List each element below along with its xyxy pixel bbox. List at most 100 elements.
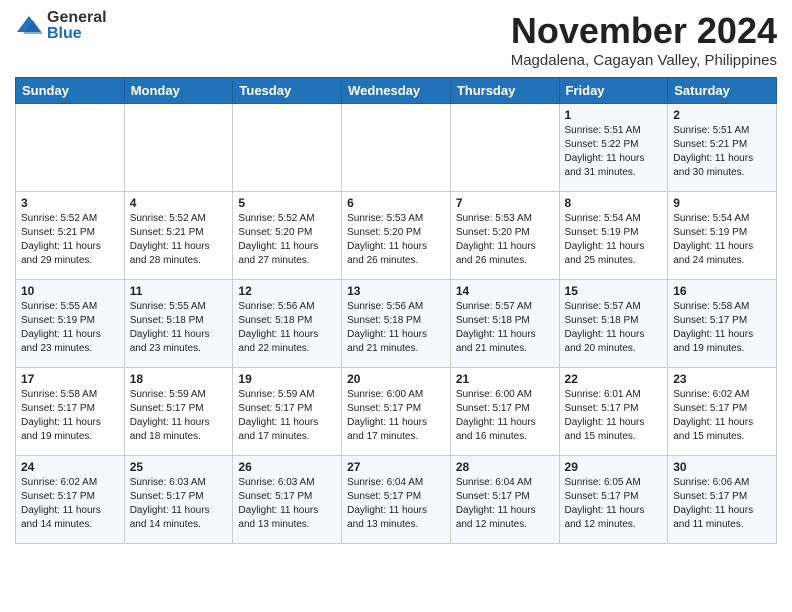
calendar-week-row: 10 Sunrise: 5:55 AM Sunset: 5:19 PM Dayli…: [16, 280, 777, 368]
day-number: 19: [238, 372, 336, 386]
calendar-header-row: SundayMondayTuesdayWednesdayThursdayFrid…: [16, 78, 777, 104]
calendar-cell: 23 Sunrise: 6:02 AM Sunset: 5:17 PM Dayli…: [668, 368, 777, 456]
weekday-header: Wednesday: [342, 78, 451, 104]
day-info: Sunrise: 5:59 AM Sunset: 5:17 PM Dayligh…: [238, 388, 336, 444]
day-number: 13: [347, 284, 445, 298]
day-number: 6: [347, 196, 445, 210]
calendar-week-row: 1 Sunrise: 5:51 AM Sunset: 5:22 PM Daylig…: [16, 104, 777, 192]
calendar-cell: 25Sunrise: 6:03 AM Sunset: 5:17 PM Dayli…: [124, 456, 233, 544]
day-number: 2: [673, 108, 771, 122]
day-number: 5: [238, 196, 336, 210]
logo-icon: [15, 12, 43, 40]
day-number: 28: [456, 460, 554, 474]
day-info: Sunrise: 5:55 AM Sunset: 5:19 PM Dayligh…: [21, 300, 119, 356]
day-number: 14: [456, 284, 554, 298]
day-info: Sunrise: 6:00 AM Sunset: 5:17 PM Dayligh…: [456, 388, 554, 444]
day-number: 27: [347, 460, 445, 474]
day-number: 11: [130, 284, 228, 298]
day-number: 18: [130, 372, 228, 386]
day-info: Sunrise: 6:06 AM Sunset: 5:17 PM Dayligh…: [673, 476, 771, 532]
day-info: Sunrise: 6:02 AM Sunset: 5:17 PM Dayligh…: [21, 476, 119, 532]
weekday-header: Monday: [124, 78, 233, 104]
day-info: Sunrise: 5:53 AM Sunset: 5:20 PM Dayligh…: [347, 212, 445, 268]
logo: General Blue: [15, 10, 107, 42]
weekday-header: Friday: [559, 78, 668, 104]
calendar-cell: [342, 104, 451, 192]
day-info: Sunrise: 5:54 AM Sunset: 5:19 PM Dayligh…: [673, 212, 771, 268]
calendar-cell: 22Sunrise: 6:01 AM Sunset: 5:17 PM Dayli…: [559, 368, 668, 456]
weekday-header: Tuesday: [233, 78, 342, 104]
day-number: 16: [673, 284, 771, 298]
calendar-cell: 18 Sunrise: 5:59 AM Sunset: 5:17 PM Dayli…: [124, 368, 233, 456]
weekday-header: Saturday: [668, 78, 777, 104]
calendar-cell: 20 Sunrise: 6:00 AM Sunset: 5:17 PM Dayli…: [342, 368, 451, 456]
day-info: Sunrise: 5:51 AM Sunset: 5:21 PM Dayligh…: [673, 124, 771, 180]
day-info: Sunrise: 5:57 AM Sunset: 5:18 PM Dayligh…: [565, 300, 663, 356]
calendar-week-row: 3 Sunrise: 5:52 AM Sunset: 5:21 PM Daylig…: [16, 192, 777, 280]
day-number: 25: [130, 460, 228, 474]
month-title: November 2024: [511, 10, 777, 52]
day-number: 8: [565, 196, 663, 210]
weekday-header: Thursday: [450, 78, 559, 104]
day-number: 1: [565, 108, 663, 122]
day-info: Sunrise: 6:03 AM Sunset: 5:17 PM Dayligh…: [238, 476, 336, 532]
day-info: Sunrise: 6:00 AM Sunset: 5:17 PM Dayligh…: [347, 388, 445, 444]
day-info: Sunrise: 6:04 AM Sunset: 5:17 PM Dayligh…: [347, 476, 445, 532]
calendar-week-row: 24 Sunrise: 6:02 AM Sunset: 5:17 PM Dayli…: [16, 456, 777, 544]
calendar-cell: 4 Sunrise: 5:52 AM Sunset: 5:21 PM Daylig…: [124, 192, 233, 280]
day-number: 7: [456, 196, 554, 210]
day-number: 20: [347, 372, 445, 386]
day-info: Sunrise: 5:51 AM Sunset: 5:22 PM Dayligh…: [565, 124, 663, 180]
day-info: Sunrise: 5:58 AM Sunset: 5:17 PM Dayligh…: [673, 300, 771, 356]
calendar-cell: 8 Sunrise: 5:54 AM Sunset: 5:19 PM Daylig…: [559, 192, 668, 280]
location-subtitle: Magdalena, Cagayan Valley, Philippines: [511, 52, 777, 69]
calendar-cell: 3Sunrise: 5:52 AM Sunset: 5:21 PM Daylig…: [16, 192, 125, 280]
day-info: Sunrise: 6:02 AM Sunset: 5:17 PM Dayligh…: [673, 388, 771, 444]
calendar-cell: 11Sunrise: 5:55 AM Sunset: 5:18 PM Dayli…: [124, 280, 233, 368]
logo-general: General: [47, 10, 107, 26]
day-info: Sunrise: 6:04 AM Sunset: 5:17 PM Dayligh…: [456, 476, 554, 532]
calendar-cell: 15 Sunrise: 5:57 AM Sunset: 5:18 PM Dayli…: [559, 280, 668, 368]
calendar-cell: 27 Sunrise: 6:04 AM Sunset: 5:17 PM Dayli…: [342, 456, 451, 544]
calendar-cell: [233, 104, 342, 192]
day-info: Sunrise: 5:52 AM Sunset: 5:21 PM Dayligh…: [130, 212, 228, 268]
calendar-cell: 29 Sunrise: 6:05 AM Sunset: 5:17 PM Dayli…: [559, 456, 668, 544]
calendar-cell: 24 Sunrise: 6:02 AM Sunset: 5:17 PM Dayli…: [16, 456, 125, 544]
day-number: 29: [565, 460, 663, 474]
day-info: Sunrise: 6:01 AM Sunset: 5:17 PM Dayligh…: [565, 388, 663, 444]
calendar-cell: 30 Sunrise: 6:06 AM Sunset: 5:17 PM Dayli…: [668, 456, 777, 544]
weekday-header: Sunday: [16, 78, 125, 104]
calendar-cell: 9Sunrise: 5:54 AM Sunset: 5:19 PM Daylig…: [668, 192, 777, 280]
calendar-cell: 12Sunrise: 5:56 AM Sunset: 5:18 PM Dayli…: [233, 280, 342, 368]
calendar-cell: 26 Sunrise: 6:03 AM Sunset: 5:17 PM Dayli…: [233, 456, 342, 544]
day-number: 23: [673, 372, 771, 386]
day-info: Sunrise: 5:56 AM Sunset: 5:18 PM Dayligh…: [238, 300, 336, 356]
day-info: Sunrise: 6:05 AM Sunset: 5:17 PM Dayligh…: [565, 476, 663, 532]
logo-text: General Blue: [47, 10, 107, 42]
day-number: 15: [565, 284, 663, 298]
day-number: 3: [21, 196, 119, 210]
calendar-cell: 2 Sunrise: 5:51 AM Sunset: 5:21 PM Daylig…: [668, 104, 777, 192]
page-header: General Blue November 2024 Magdalena, Ca…: [15, 10, 777, 69]
day-info: Sunrise: 5:59 AM Sunset: 5:17 PM Dayligh…: [130, 388, 228, 444]
calendar-cell: [450, 104, 559, 192]
day-number: 26: [238, 460, 336, 474]
calendar-cell: 7 Sunrise: 5:53 AM Sunset: 5:20 PM Daylig…: [450, 192, 559, 280]
calendar-cell: 28 Sunrise: 6:04 AM Sunset: 5:17 PM Dayli…: [450, 456, 559, 544]
calendar-cell: 1 Sunrise: 5:51 AM Sunset: 5:22 PM Daylig…: [559, 104, 668, 192]
calendar-cell: 19 Sunrise: 5:59 AM Sunset: 5:17 PM Dayli…: [233, 368, 342, 456]
day-info: Sunrise: 5:53 AM Sunset: 5:20 PM Dayligh…: [456, 212, 554, 268]
calendar-week-row: 17Sunrise: 5:58 AM Sunset: 5:17 PM Dayli…: [16, 368, 777, 456]
calendar-cell: 14Sunrise: 5:57 AM Sunset: 5:18 PM Dayli…: [450, 280, 559, 368]
day-info: Sunrise: 5:58 AM Sunset: 5:17 PM Dayligh…: [21, 388, 119, 444]
calendar-cell: [16, 104, 125, 192]
calendar-cell: 6 Sunrise: 5:53 AM Sunset: 5:20 PM Daylig…: [342, 192, 451, 280]
day-number: 24: [21, 460, 119, 474]
day-info: Sunrise: 5:54 AM Sunset: 5:19 PM Dayligh…: [565, 212, 663, 268]
day-number: 30: [673, 460, 771, 474]
calendar-cell: 16 Sunrise: 5:58 AM Sunset: 5:17 PM Dayli…: [668, 280, 777, 368]
day-number: 4: [130, 196, 228, 210]
calendar-cell: 13Sunrise: 5:56 AM Sunset: 5:18 PM Dayli…: [342, 280, 451, 368]
day-number: 10: [21, 284, 119, 298]
calendar-cell: 21Sunrise: 6:00 AM Sunset: 5:17 PM Dayli…: [450, 368, 559, 456]
